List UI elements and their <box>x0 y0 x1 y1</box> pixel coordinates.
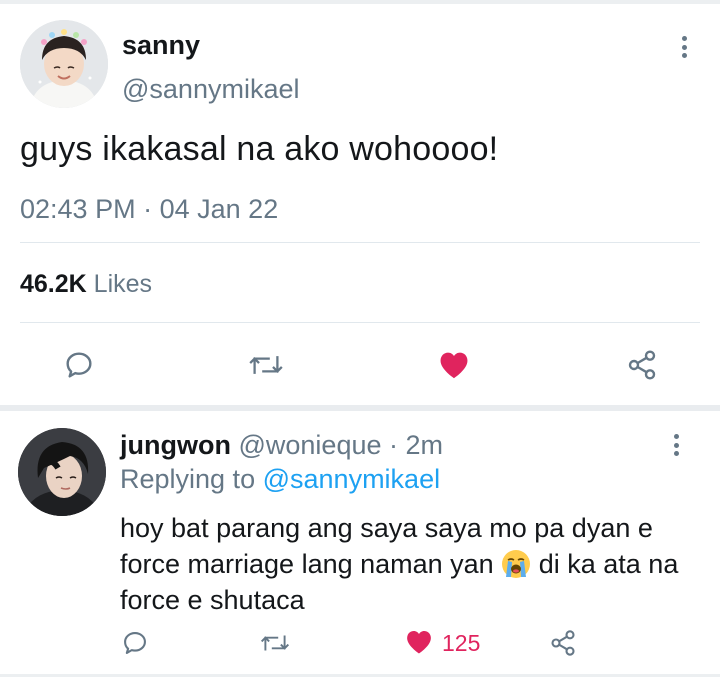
like-count: 125 <box>442 629 481 656</box>
tweet-text: guys ikakasal na ako wohoooo! <box>20 130 499 168</box>
section-divider <box>0 405 720 411</box>
like-button[interactable]: 125 <box>404 627 480 659</box>
reply-avatar[interactable] <box>18 428 106 516</box>
tweet-date: 04 Jan 22 <box>159 194 279 224</box>
reply-author-handle[interactable]: @wonieque <box>238 430 381 460</box>
reply-text: hoy bat parang ang saya saya mo pa dyan … <box>120 510 700 618</box>
reply-separator: · <box>389 430 399 460</box>
author-name[interactable]: sanny <box>122 30 200 61</box>
retweet-icon[interactable] <box>246 348 286 382</box>
divider <box>20 322 700 323</box>
divider <box>20 242 700 243</box>
replying-to-link[interactable]: @sannymikael <box>263 464 440 494</box>
heart-icon <box>404 627 434 660</box>
reply-age: 2m <box>405 430 444 460</box>
tweet-time: 02:43 PM <box>20 194 136 224</box>
share-icon[interactable] <box>624 348 660 382</box>
main-tweet: sanny @sannymikael guys ikakasal na ako … <box>0 4 720 404</box>
likes-label: Likes <box>93 270 153 298</box>
meta-separator: · <box>143 194 153 224</box>
avatar[interactable] <box>20 20 108 108</box>
heart-icon[interactable] <box>436 346 472 382</box>
more-options-icon[interactable] <box>680 36 688 58</box>
reply-header: jungwon @wonieque · 2m <box>120 430 443 461</box>
loudly-crying-face-icon <box>501 549 531 579</box>
author-handle[interactable]: @sannymikael <box>122 74 299 105</box>
retweet-icon[interactable] <box>258 628 292 658</box>
tweet-timestamp[interactable]: 02:43 PM · 04 Jan 22 <box>20 194 278 225</box>
reply-author-name[interactable]: jungwon <box>120 430 231 460</box>
replying-to: Replying to @sannymikael <box>120 464 440 495</box>
more-options-icon[interactable] <box>672 434 680 456</box>
likes-stat[interactable]: 46.2K Likes <box>20 270 152 299</box>
reply-icon[interactable] <box>62 348 96 382</box>
likes-count: 46.2K <box>20 270 87 298</box>
reply-icon[interactable] <box>120 628 150 658</box>
share-icon[interactable] <box>548 628 578 658</box>
replying-prefix: Replying to <box>120 464 256 494</box>
